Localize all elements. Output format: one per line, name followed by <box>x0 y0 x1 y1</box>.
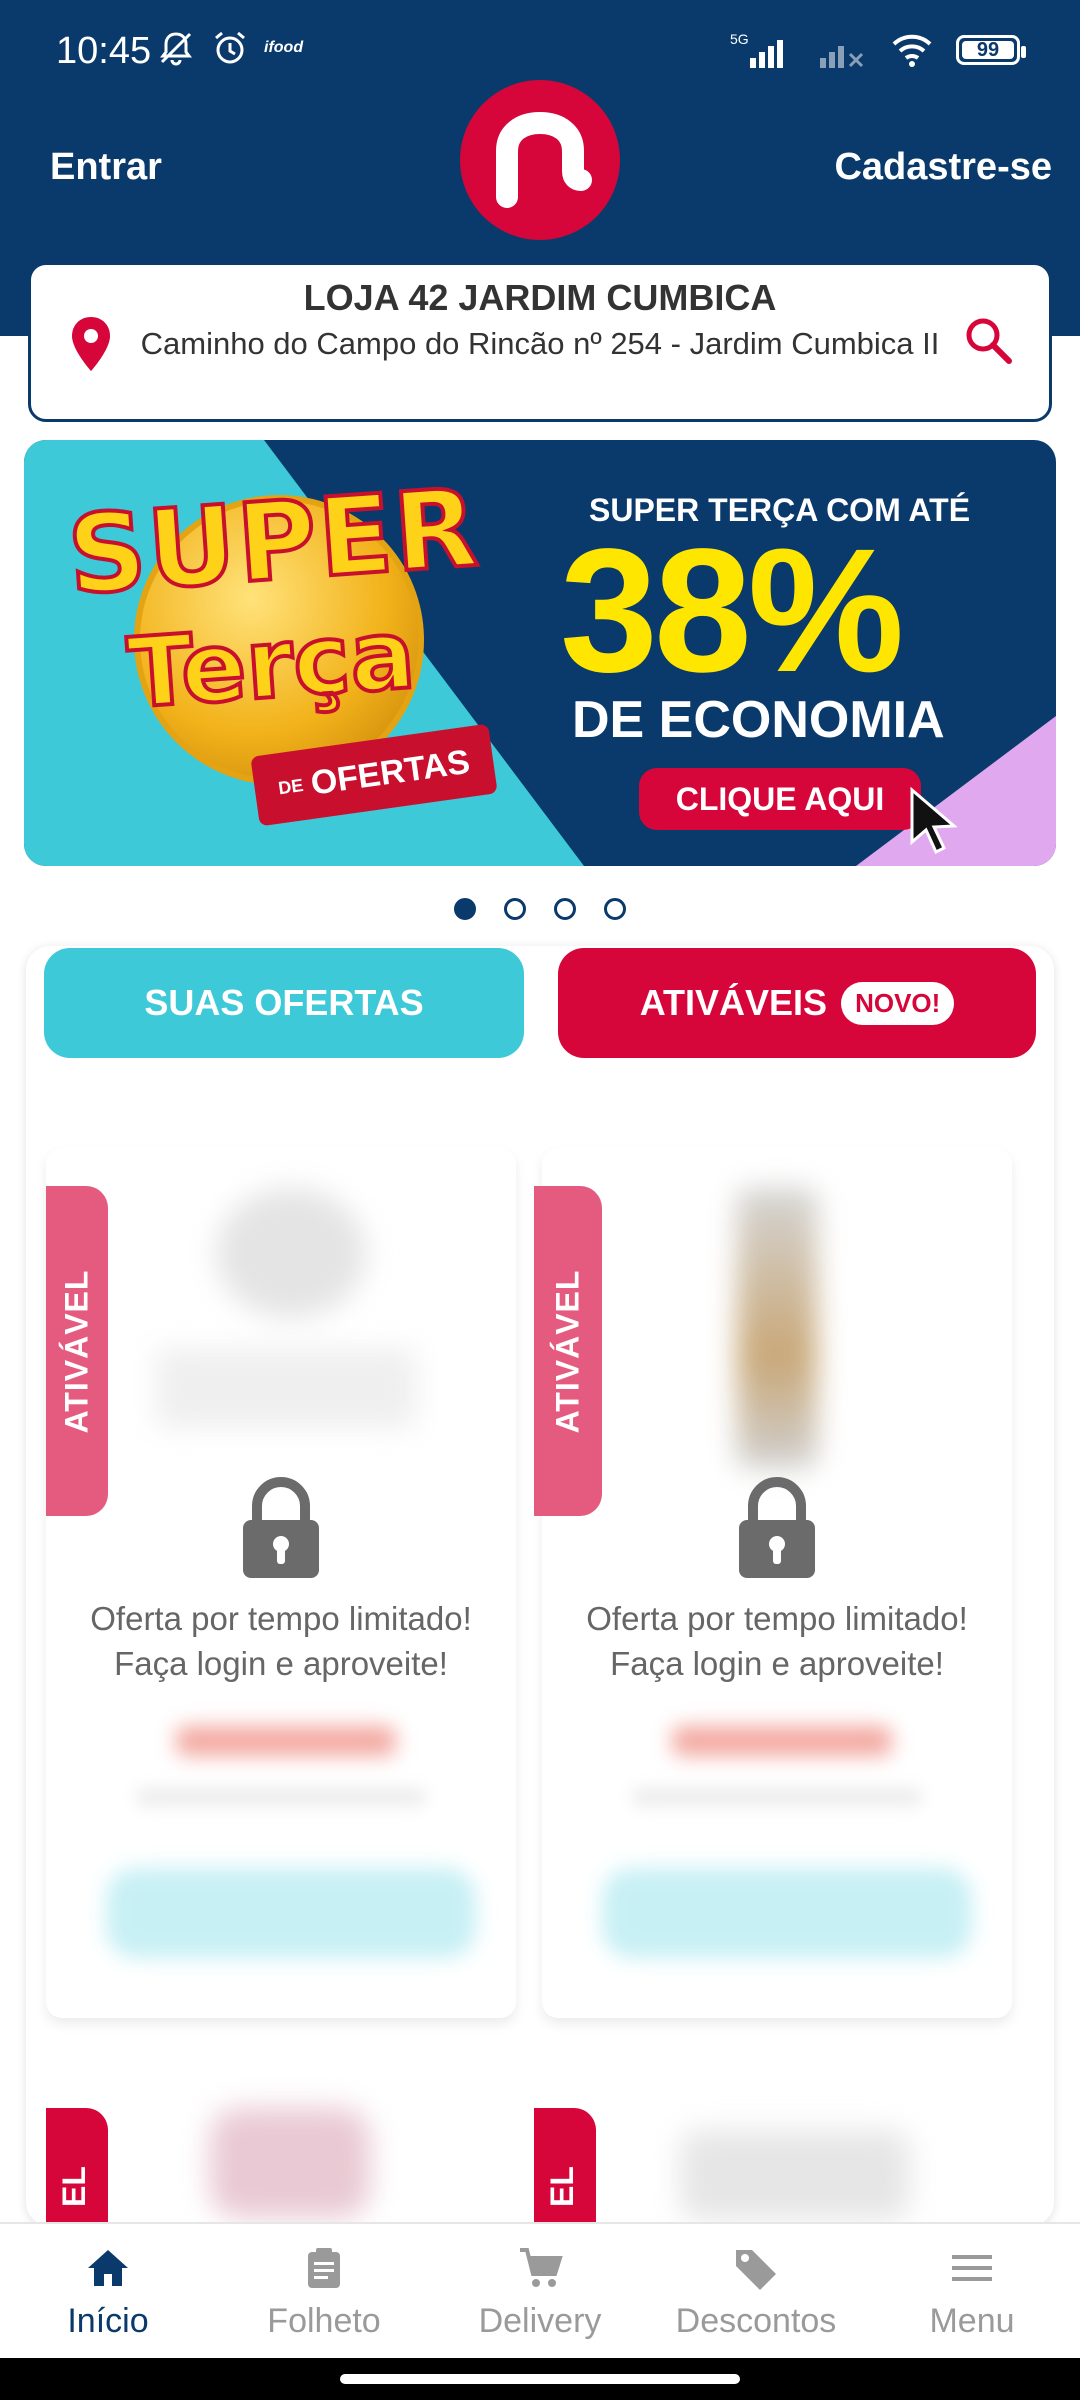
ribbon-ofertas: OFERTAS <box>308 742 473 803</box>
wifi-icon <box>892 34 932 67</box>
cart-icon <box>520 2248 563 2287</box>
home-icon <box>88 2250 128 2286</box>
status-icons-right: 5G 99 <box>730 30 1026 70</box>
home-indicator[interactable] <box>340 2374 740 2384</box>
new-badge: NOVO! <box>841 981 955 1025</box>
store-selector[interactable]: LOJA 42 JARDIM CUMBICA Caminho do Campo … <box>28 262 1052 422</box>
clipboard-icon <box>308 2248 340 2288</box>
alarm-icon <box>215 31 245 64</box>
nav-label: Descontos <box>675 2302 837 2340</box>
locked-offer-message: Oferta por tempo limitado! Faça login e … <box>46 1596 516 1686</box>
product-card[interactable]: ATIVÁVEL Oferta por tempo limitado! Faça… <box>46 1148 516 2018</box>
tag-icon <box>736 2250 776 2290</box>
tab-your-offers[interactable]: SUAS OFERTAS <box>44 948 524 1058</box>
lock-icon <box>739 1477 815 1578</box>
carousel-dots <box>0 898 1080 920</box>
bottom-nav: Início Folheto Delivery Descontos Menu <box>0 2222 1080 2358</box>
nav-item-delivery[interactable]: Delivery <box>432 2224 648 2358</box>
signal-5g-icon: 5G <box>730 31 783 68</box>
cursor-icon <box>910 786 958 855</box>
peek-tag-label: EL <box>543 2166 580 2207</box>
locked-offer-line1: Oferta por tempo limitado! <box>586 1600 968 1637</box>
blurred-subtext <box>632 1788 922 1806</box>
status-icons-left: ifood <box>156 28 303 68</box>
battery-icon: 99 <box>956 35 1026 65</box>
brand-logo[interactable] <box>460 80 620 240</box>
promo-banner[interactable]: SUPER Terça DE OFERTAS SUPER TERÇA COM A… <box>24 440 1056 866</box>
activatable-tag-label: ATIVÁVEL <box>58 1269 95 1433</box>
tab-activatable[interactable]: ATIVÁVEIS NOVO! <box>558 948 1036 1058</box>
tab-your-offers-label: SUAS OFERTAS <box>144 982 424 1023</box>
activatable-tag: ATIVÁVEL <box>46 1186 108 1516</box>
blurred-product-image <box>737 1188 817 1468</box>
nav-item-discounts[interactable]: Descontos <box>648 2224 864 2358</box>
locked-offer-line2: Faça login e aproveite! <box>114 1645 448 1682</box>
search-icon[interactable] <box>963 315 1015 367</box>
blurred-product-image <box>156 1348 416 1428</box>
signup-link[interactable]: Cadastre-se <box>834 146 1052 189</box>
nav-label: Início <box>67 2302 149 2340</box>
blurred-product-image <box>216 1188 366 1318</box>
lock-icon <box>243 1477 319 1578</box>
menu-icon <box>952 2255 992 2281</box>
muted-bell-icon <box>160 32 192 66</box>
activatable-tag-label: ATIVÁVEL <box>549 1269 586 1433</box>
carousel-dot[interactable] <box>454 898 476 920</box>
blurred-price <box>176 1726 396 1756</box>
nav-item-flyer[interactable]: Folheto <box>216 2224 432 2358</box>
location-pin-icon <box>72 317 110 371</box>
banner-terca-text: Terça <box>122 596 420 732</box>
store-address: Caminho do Campo do Rincão nº 254 - Jard… <box>140 326 940 361</box>
blurred-activate-button <box>602 1868 972 1958</box>
blurred-subtext <box>136 1788 426 1806</box>
nav-label: Menu <box>929 2302 1015 2340</box>
blurred-product-image <box>210 2108 370 2218</box>
carousel-dot[interactable] <box>604 898 626 920</box>
nav-label: Delivery <box>478 2302 602 2340</box>
nav-label: Folheto <box>267 2302 381 2340</box>
tab-activatable-label: ATIVÁVEIS <box>639 982 828 1023</box>
brand-n-logo-icon <box>496 111 592 208</box>
store-name: LOJA 42 JARDIM CUMBICA <box>303 277 777 318</box>
blurred-price <box>672 1726 892 1756</box>
locked-offer-line2: Faça login e aproveite! <box>610 1645 944 1682</box>
nav-item-home[interactable]: Início <box>0 2224 216 2358</box>
banner-cta-button[interactable]: CLIQUE AQUI <box>639 768 921 830</box>
locked-offer-message: Oferta por tempo limitado! Faça login e … <box>542 1596 1012 1686</box>
activatable-tag-peek: EL <box>46 2108 108 2228</box>
blurred-product-image <box>680 2130 910 2220</box>
signal-no-service-icon <box>820 46 864 68</box>
svg-text:5G: 5G <box>730 31 749 47</box>
product-card[interactable]: ATIVÁVEL Oferta por tempo limitado! Faça… <box>534 1148 1012 2018</box>
blurred-activate-button <box>106 1868 476 1958</box>
ifood-notification-icon: ifood <box>264 39 304 56</box>
peek-tag-label: EL <box>55 2166 92 2207</box>
status-time: 10:45 <box>56 30 152 72</box>
carousel-dot[interactable] <box>504 898 526 920</box>
activatable-tag: ATIVÁVEL <box>534 1186 602 1516</box>
activatable-tag-peek: EL <box>534 2108 596 2228</box>
ribbon-de: DE <box>276 774 305 798</box>
nav-item-menu[interactable]: Menu <box>864 2224 1080 2358</box>
banner-percent: 38% <box>560 513 904 709</box>
locked-offer-line1: Oferta por tempo limitado! <box>90 1600 472 1637</box>
login-link[interactable]: Entrar <box>50 146 162 189</box>
battery-level: 99 <box>976 38 1000 61</box>
carousel-dot[interactable] <box>554 898 576 920</box>
banner-economia: DE ECONOMIA <box>572 691 945 749</box>
